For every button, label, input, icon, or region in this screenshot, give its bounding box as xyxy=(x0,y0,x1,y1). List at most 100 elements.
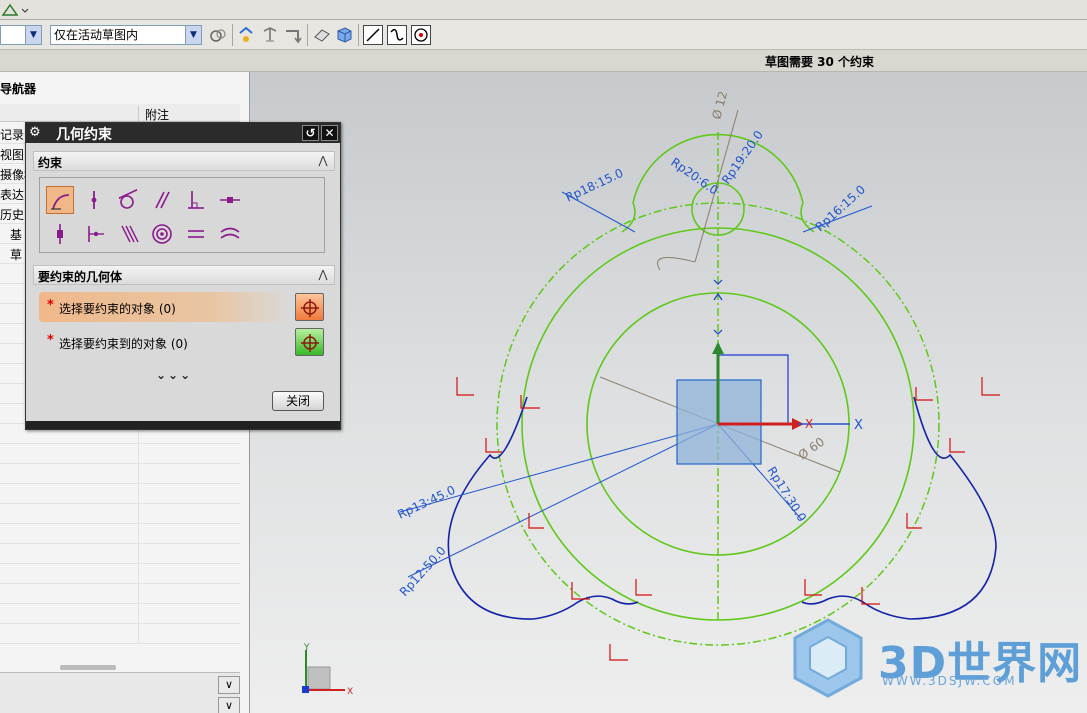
sketch-arc-left-fillet[interactable] xyxy=(621,202,636,233)
concentric-icon[interactable] xyxy=(148,220,176,248)
axis-x2-label: X xyxy=(854,418,863,433)
sketch-icon[interactable] xyxy=(0,1,30,19)
curve-left-lobe[interactable] xyxy=(447,396,639,620)
required-marker: * xyxy=(47,298,54,313)
equal-length-icon[interactable] xyxy=(182,220,210,248)
dim-label-d60[interactable]: Ø 60 xyxy=(796,435,827,463)
close-icon[interactable]: ✕ xyxy=(321,125,338,141)
geometry-section-label: 要约束的几何体 xyxy=(38,270,123,284)
coincident-icon[interactable] xyxy=(46,186,74,214)
geometric-constraints-dialog: ⚙ 几何约束 ↺ ✕ 约束 ⋀ 要约束的几何体 ⋀ * 选择要约束的对象 (0)… xyxy=(25,122,341,430)
navigator-column-header: 附注 xyxy=(0,104,240,122)
dim-label-p16[interactable]: Rp16:15.0 xyxy=(813,182,868,234)
chevron-up-icon[interactable]: ⋀ xyxy=(315,267,331,283)
select-object-label: 选择要约束的对象 (0) xyxy=(59,302,176,316)
axis-x-label: X xyxy=(805,417,813,431)
collinear-icon[interactable] xyxy=(114,220,142,248)
nav-item-label: 基 xyxy=(10,228,23,242)
constraints-section-header[interactable]: 约束 ⋀ xyxy=(33,151,335,171)
dim-arc-d12 xyxy=(657,257,696,271)
perpendicular-icon[interactable] xyxy=(182,186,210,214)
small-axis-x-label: X xyxy=(347,687,353,697)
table-row xyxy=(0,544,240,564)
snap-arrow-icon[interactable] xyxy=(283,25,303,45)
graphics-viewport[interactable]: Ø 12 Rp20:6.0 Rp19:20.0 Rp18:15.0 Rp16:1… xyxy=(250,72,1087,713)
snap-curve-icon[interactable] xyxy=(260,25,280,45)
column-note-header[interactable]: 附注 xyxy=(138,106,169,122)
select-target-row[interactable]: * 选择要约束到的对象 (0) xyxy=(39,327,327,357)
small-axis-y-label: Y xyxy=(303,643,310,653)
chevron-down-icon[interactable]: ▼ xyxy=(185,26,201,44)
point-tool-icon[interactable] xyxy=(411,25,431,45)
nav-item-label: 视图 xyxy=(0,148,25,162)
constraints-section-label: 约束 xyxy=(38,156,63,170)
status-message: 草图需要 30 个约束 xyxy=(765,55,875,69)
type-filter-combo[interactable]: ▼ xyxy=(0,25,42,45)
parallel-icon[interactable] xyxy=(148,186,176,214)
geometry-section-header[interactable]: 要约束的几何体 ⋀ xyxy=(33,265,335,285)
line-tool-icon[interactable] xyxy=(363,25,383,45)
axis-arrow-icon xyxy=(712,342,724,354)
vertical-icon[interactable] xyxy=(46,220,74,248)
status-bar: 草图需要 30 个约束 xyxy=(0,50,1087,72)
close-button[interactable]: 关闭 xyxy=(272,391,324,411)
shaded-cube-icon[interactable] xyxy=(334,25,354,45)
dim-leader-p12 xyxy=(407,423,719,578)
table-row xyxy=(0,604,240,624)
dialog-footer xyxy=(26,421,340,429)
arc-tool-icon[interactable] xyxy=(387,25,407,45)
dim-label-p18[interactable]: Rp18:15.0 xyxy=(563,166,625,205)
point-on-curve-icon[interactable] xyxy=(80,186,108,214)
table-row xyxy=(0,504,240,524)
top-toolbar-strip xyxy=(0,0,1087,20)
table-row xyxy=(0,464,240,484)
midpoint-icon[interactable] xyxy=(80,220,108,248)
dim-label-p20[interactable]: Rp20:6.0 xyxy=(668,155,721,198)
nav-item-label: 表达 xyxy=(0,188,25,202)
sketch-arc-right-fillet[interactable] xyxy=(800,202,815,233)
dim-label-d12[interactable]: Ø 12 xyxy=(709,90,730,121)
crosshair-icon xyxy=(301,299,319,317)
scope-value: 仅在活动草图内 xyxy=(54,28,139,42)
nav-item-label: 草 xyxy=(10,248,23,262)
select-target-label: 选择要约束到的对象 (0) xyxy=(59,337,188,351)
sketch-canvas[interactable]: Ø 12 Rp20:6.0 Rp19:20.0 Rp18:15.0 Rp16:1… xyxy=(250,72,1087,713)
dim-label-p17[interactable]: Rp17:30.0 xyxy=(764,464,809,524)
watermark-logo xyxy=(793,618,863,698)
required-marker: * xyxy=(47,333,54,348)
dim-label-p19[interactable]: Rp19:20.0 xyxy=(719,128,766,187)
table-row xyxy=(0,524,240,544)
chevron-down-icon[interactable]: ∨ xyxy=(218,697,240,713)
selection-toolbar: ▼ 仅在活动草图内 ▼ xyxy=(0,20,1087,50)
watermark-url: WWW.3DSJW.COM xyxy=(882,674,1017,688)
select-target-button[interactable] xyxy=(295,328,324,356)
quickpick-icon[interactable] xyxy=(208,25,228,45)
small-csys: Y X xyxy=(302,643,353,697)
dialog-title: 几何约束 xyxy=(56,127,112,143)
toolbar-separator xyxy=(307,24,308,46)
more-options-chevron-icon[interactable]: ⌄⌄⌄ xyxy=(156,368,192,382)
select-object-button[interactable] xyxy=(295,293,324,321)
table-row xyxy=(0,624,240,644)
navigator-title: 导航器 xyxy=(0,82,37,96)
dim-label-p12[interactable]: Rp12:50.0 xyxy=(397,544,449,599)
tangent-icon[interactable] xyxy=(114,186,142,214)
equal-radius-icon[interactable] xyxy=(216,220,244,248)
gear-icon[interactable]: ⚙ xyxy=(29,125,41,141)
reset-icon[interactable]: ↺ xyxy=(302,125,319,141)
horizontal-scrollbar[interactable] xyxy=(60,665,116,670)
toolbar-separator xyxy=(232,24,233,46)
chevron-up-icon[interactable]: ⋀ xyxy=(315,153,331,169)
scope-combo[interactable]: 仅在活动草图内 ▼ xyxy=(50,25,202,45)
horizontal-icon[interactable] xyxy=(216,186,244,214)
toolbar-separator xyxy=(358,24,359,46)
dim-label-p13[interactable]: Rp13:45.0 xyxy=(395,483,457,522)
dialog-titlebar[interactable]: ⚙ 几何约束 ↺ ✕ xyxy=(26,123,340,143)
table-row xyxy=(0,444,240,464)
eraser-icon[interactable] xyxy=(312,25,332,45)
chevron-down-icon[interactable]: ▼ xyxy=(25,26,41,44)
select-object-row[interactable]: * 选择要约束的对象 (0) xyxy=(39,292,327,322)
curve-right-lobe[interactable] xyxy=(801,396,997,620)
chevron-down-icon[interactable]: ∨ xyxy=(218,676,240,694)
snap-point-icon[interactable] xyxy=(236,25,256,45)
